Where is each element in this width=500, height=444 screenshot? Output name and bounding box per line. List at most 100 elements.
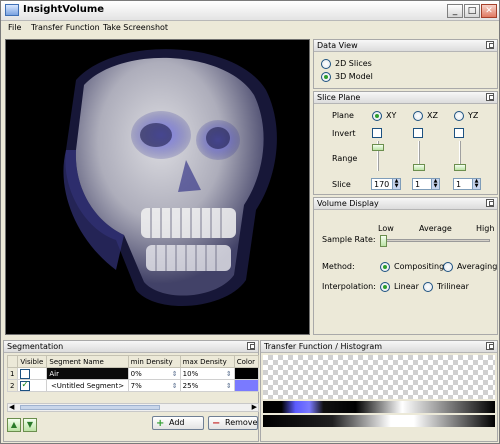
transfer-function-title: Transfer Function / Histogram [264, 342, 383, 351]
min-density-cell[interactable]: 0% ⇕ [127, 367, 181, 380]
float-panel-icon[interactable] [486, 342, 494, 350]
segment-table-header-row: Visible Segment Name min Density max Den… [6, 355, 260, 368]
color-swatch[interactable] [233, 379, 260, 392]
sample-rate-label: Sample Rate: [322, 235, 376, 244]
radio-trilinear[interactable] [423, 282, 433, 292]
spin-arrows-icon[interactable]: ⇕ [226, 382, 232, 390]
remove-button[interactable]: − Remove [208, 416, 258, 430]
spin-arrows-icon[interactable]: ⇕ [172, 370, 178, 378]
slice-xy-spinbox[interactable]: 170 ▲ ▼ [371, 178, 401, 190]
close-icon[interactable]: ✕ [481, 4, 497, 18]
spin-arrows-icon[interactable]: ⇕ [172, 382, 178, 390]
scroll-right-icon[interactable]: ▶ [252, 403, 257, 411]
slice-yz-spinbox[interactable]: 1 ▲ ▼ [453, 178, 481, 190]
transfer-function-panel: Transfer Function / Histogram [260, 340, 498, 442]
slice-xy-value: 170 [374, 180, 390, 189]
column-visible[interactable]: Visible [17, 355, 48, 368]
triangle-down-icon[interactable]: ▼ [23, 418, 37, 432]
max-density-value: 10% [182, 369, 199, 378]
radio-linear[interactable] [380, 282, 390, 292]
scroll-left-icon[interactable]: ◀ [9, 403, 14, 411]
opacity-gradient-bar[interactable] [263, 415, 495, 427]
radio-linear-label: Linear [394, 282, 419, 291]
slice-xz-spinbox[interactable]: 1 ▲ ▼ [412, 178, 440, 190]
data-view-panel: Data View 2D Slices 3D Model [313, 39, 498, 89]
radio-averaging[interactable] [443, 262, 453, 272]
range-xy-slider-thumb[interactable] [372, 144, 384, 152]
triangle-up-icon[interactable]: ▲ [7, 418, 21, 432]
menu-take-screenshot[interactable]: Take Screenshot [103, 23, 168, 32]
max-density-cell[interactable]: 25% ⇕ [179, 379, 235, 392]
max-density-cell[interactable]: 10% ⇕ [179, 367, 235, 380]
segmentation-panel: Segmentation Visible Segment Name min De… [3, 340, 260, 442]
column-min-density[interactable]: min Density [127, 355, 181, 368]
column-max-density[interactable]: max Density [179, 355, 235, 368]
plus-icon: + [156, 418, 165, 429]
skull-render-image [63, 49, 277, 307]
range-label: Range [332, 154, 358, 163]
segment-name-cell[interactable]: Air [46, 367, 129, 380]
menu-transfer-function[interactable]: Transfer Function [31, 23, 100, 32]
menu-file[interactable]: File [8, 23, 21, 32]
add-button-label: Add [169, 418, 185, 427]
minimize-icon[interactable]: _ [447, 4, 463, 18]
visible-checkbox[interactable] [20, 380, 31, 391]
plane-label: Plane [332, 111, 354, 120]
maximize-icon[interactable]: □ [464, 4, 480, 18]
histogram-canvas[interactable] [263, 355, 495, 399]
range-xz-slider-thumb[interactable] [413, 164, 425, 171]
menu-bar: File Transfer Function Take Screenshot [1, 21, 499, 37]
table-row[interactable]: 1 Air 0% ⇕ 10% ⇕ [6, 367, 260, 380]
slice-plane-header: Slice Plane [314, 92, 497, 104]
table-horizontal-scrollbar[interactable]: ◀ ▶ [7, 403, 259, 412]
spin-arrows-icon[interactable]: ▲ ▼ [392, 179, 400, 189]
radio-compositing-label: Compositing [394, 262, 445, 271]
range-yz-slider-thumb[interactable] [454, 164, 466, 171]
radio-plane-yz[interactable] [454, 111, 464, 121]
add-button[interactable]: + Add [152, 416, 204, 430]
radio-plane-xy[interactable] [372, 111, 382, 121]
segment-name-cell[interactable]: <Untitled Segment> [46, 379, 129, 392]
radio-3d-model-label: 3D Model [335, 72, 373, 81]
scale-high-label: High [476, 224, 495, 233]
title-bar: InsightVolume _ □ ✕ [1, 1, 499, 21]
spin-arrows-icon[interactable]: ▲ ▼ [431, 179, 439, 189]
interpolation-label: Interpolation: [322, 282, 376, 291]
column-color[interactable]: Color [233, 355, 260, 368]
color-gradient-bar[interactable] [263, 401, 495, 413]
float-panel-icon[interactable] [486, 93, 494, 101]
radio-2d-slices[interactable] [321, 59, 331, 69]
color-swatch[interactable] [233, 367, 260, 380]
volume-render-view[interactable] [5, 39, 310, 335]
data-view-title: Data View [317, 41, 358, 50]
radio-3d-model[interactable] [321, 72, 331, 82]
method-label: Method: [322, 262, 355, 271]
min-density-cell[interactable]: 7% ⇕ [127, 379, 181, 392]
table-row[interactable]: 2 <Untitled Segment> 7% ⇕ 25% ⇕ [6, 379, 260, 392]
float-panel-icon[interactable] [486, 41, 494, 49]
scrollbar-thumb[interactable] [20, 405, 160, 410]
min-density-value: 0% [130, 369, 142, 378]
data-view-header: Data View [314, 40, 497, 52]
radio-averaging-label: Averaging [457, 262, 498, 271]
float-panel-icon[interactable] [247, 342, 255, 350]
remove-button-label: Remove [225, 418, 258, 427]
minus-icon: − [212, 418, 221, 429]
radio-plane-xy-label: XY [386, 111, 397, 120]
sample-rate-slider-thumb[interactable] [380, 235, 387, 247]
invert-yz-checkbox[interactable] [454, 128, 464, 138]
invert-xz-checkbox[interactable] [413, 128, 423, 138]
radio-compositing[interactable] [380, 262, 390, 272]
invert-xy-checkbox[interactable] [372, 128, 382, 138]
visible-checkbox[interactable] [20, 369, 31, 379]
sample-rate-slider-track[interactable] [380, 239, 490, 242]
radio-trilinear-label: Trilinear [437, 282, 469, 291]
float-panel-icon[interactable] [486, 199, 494, 207]
radio-plane-xz[interactable] [413, 111, 423, 121]
spin-arrows-icon[interactable]: ⇕ [226, 370, 232, 378]
spin-arrows-icon[interactable]: ▲ ▼ [472, 179, 480, 189]
segmentation-header: Segmentation [4, 341, 258, 353]
column-segment-name[interactable]: Segment Name [46, 355, 129, 368]
visible-cell [17, 379, 48, 392]
slice-plane-panel: Slice Plane Plane Invert Range Slice XY … [313, 91, 498, 195]
